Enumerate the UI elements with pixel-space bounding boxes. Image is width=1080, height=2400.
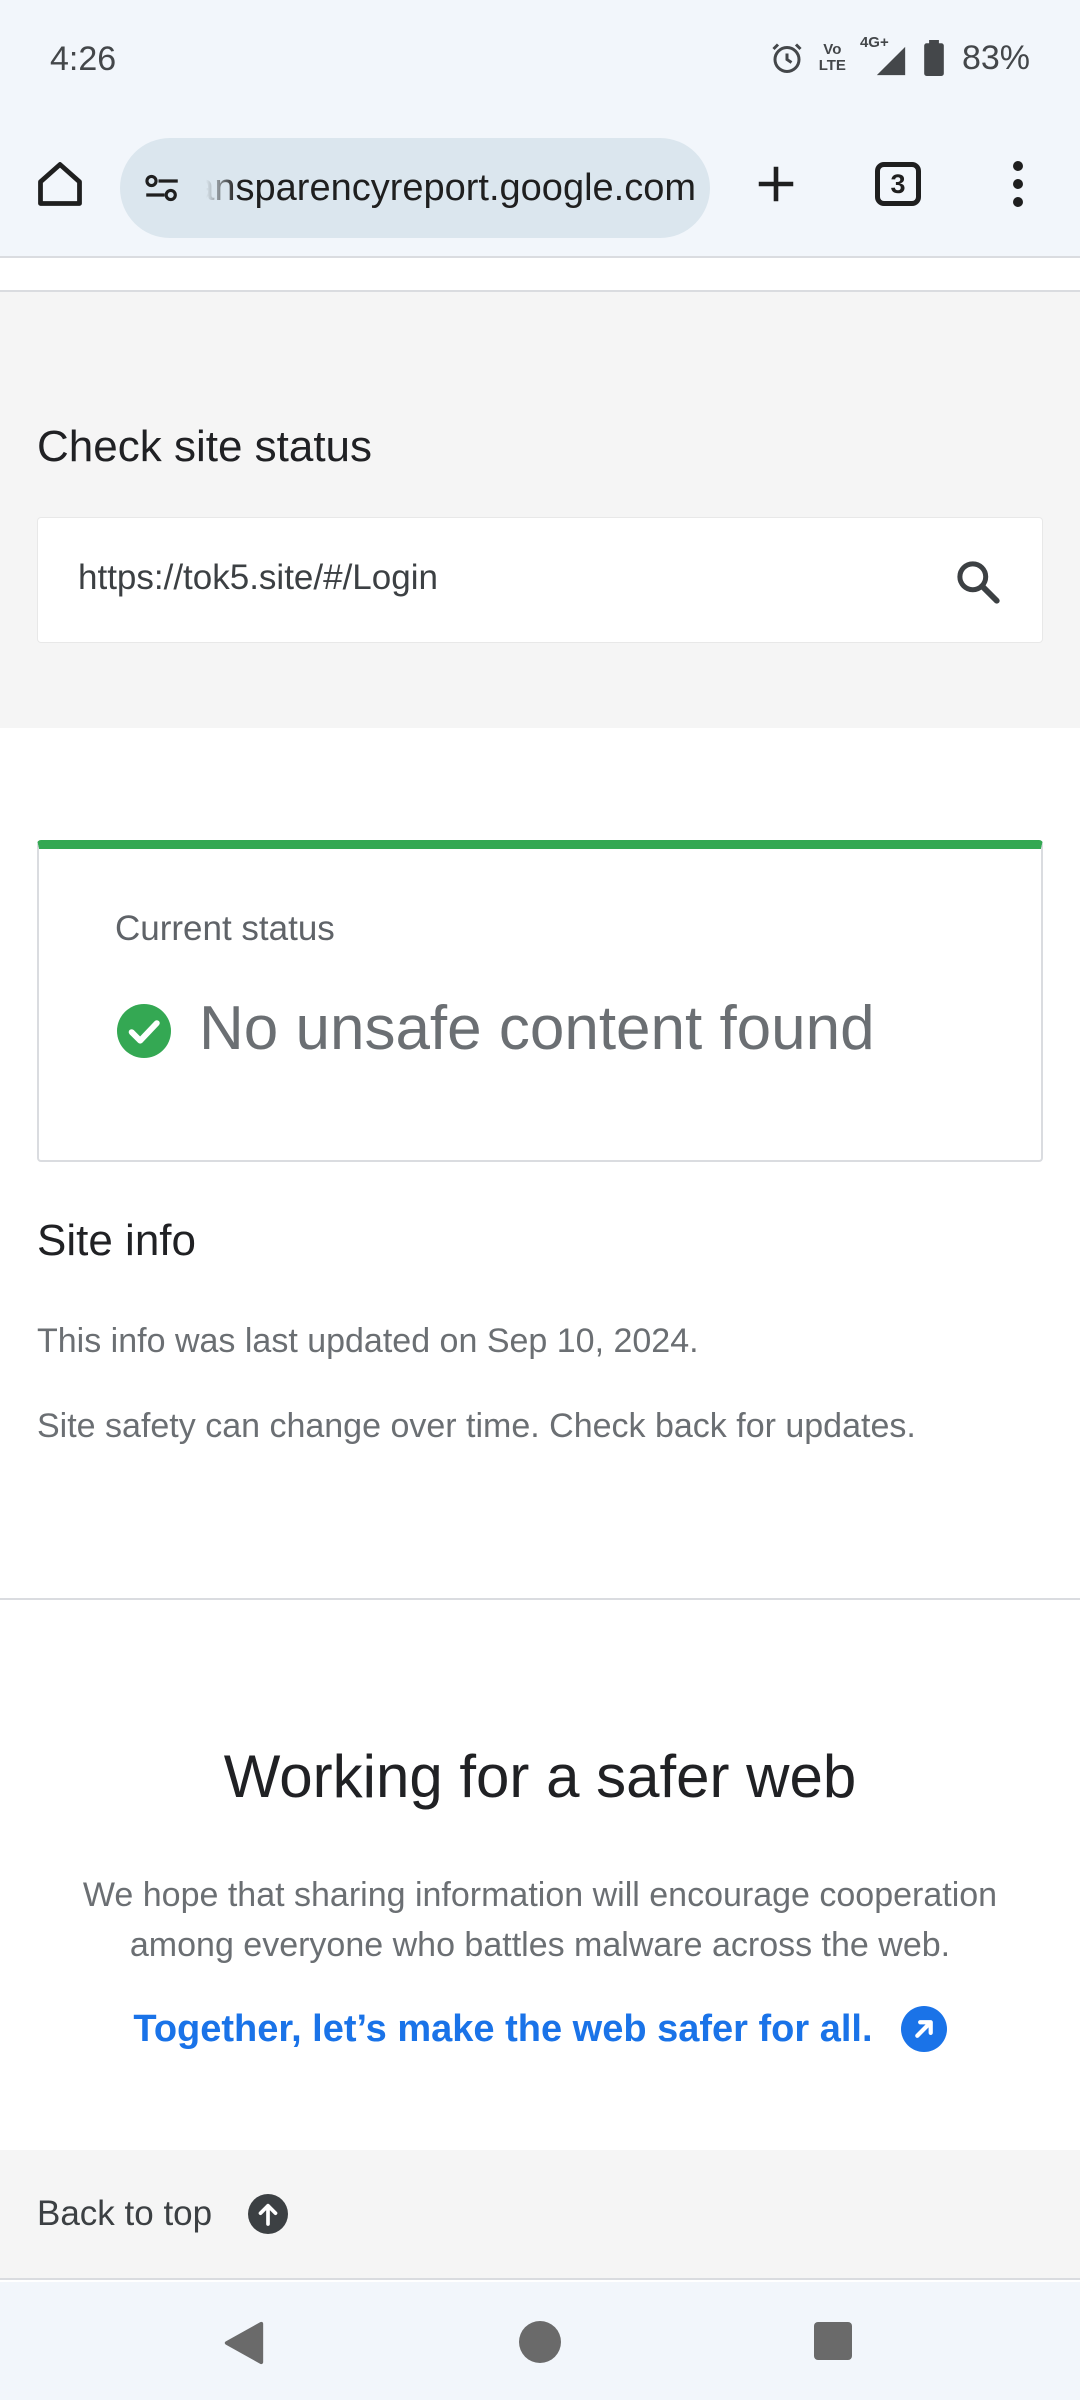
- search-icon: [957, 561, 1000, 604]
- more-menu-icon[interactable]: [986, 152, 1050, 216]
- volte-top-label: Vo: [823, 41, 842, 58]
- volte-icon: Vo LTE: [819, 42, 846, 74]
- section-divider: [0, 1598, 1080, 1600]
- battery-icon: [924, 40, 944, 76]
- plus-icon: [758, 166, 794, 202]
- site-info-note: Site safety can change over time. Check …: [37, 1407, 916, 1445]
- status-icons: Vo LTE 4G+ 83%: [769, 34, 1030, 78]
- check-site-title: Check site status: [37, 422, 373, 471]
- site-info-updated: This info was last updated on Sep 10, 20…: [37, 1322, 699, 1360]
- check-site-section: Check site status https://tok5.site/#/Lo…: [0, 290, 1080, 728]
- status-time: 4:26: [50, 40, 117, 78]
- status-result: No unsafe content found: [199, 994, 875, 1063]
- site-info-title: Site info: [37, 1216, 196, 1265]
- current-status-card: Current status No unsafe content found: [37, 840, 1043, 1162]
- site-search-input[interactable]: https://tok5.site/#/Login: [37, 517, 1043, 643]
- nav-home-icon[interactable]: [519, 2321, 561, 2363]
- safer-web-link-text[interactable]: Together, let’s make the web safer for a…: [133, 2008, 872, 2051]
- browser-toolbar: transparencyreport.google.com 3: [0, 124, 1080, 258]
- tab-switcher-button[interactable]: 3: [862, 152, 934, 216]
- volte-bottom-label: LTE: [818, 57, 846, 74]
- new-tab-button[interactable]: [740, 152, 812, 216]
- nav-back-icon[interactable]: [222, 2320, 266, 2366]
- arrow-up-icon[interactable]: [248, 2194, 288, 2234]
- status-label: Current status: [115, 909, 335, 948]
- address-url: transparencyreport.google.com: [206, 167, 696, 209]
- site-settings-icon[interactable]: [138, 164, 186, 212]
- nav-recents-icon[interactable]: [814, 2322, 852, 2360]
- check-circle-icon: [117, 1004, 171, 1058]
- safer-web-link[interactable]: Together, let’s make the web safer for a…: [0, 2006, 1080, 2052]
- battery-percent: 83%: [961, 38, 1030, 77]
- home-icon: [38, 162, 82, 206]
- back-to-top-label[interactable]: Back to top: [37, 2194, 212, 2234]
- back-to-top-bar[interactable]: Back to top: [0, 2150, 1080, 2280]
- signal-icon: 4G+: [860, 34, 910, 78]
- external-link-icon[interactable]: [900, 2006, 947, 2052]
- tab-count: 3: [875, 162, 921, 206]
- address-bar[interactable]: transparencyreport.google.com: [120, 138, 710, 238]
- search-input-value: https://tok5.site/#/Login: [78, 558, 438, 597]
- status-bar: 4:26 Vo LTE 4G+ 83%: [0, 0, 1080, 124]
- home-button[interactable]: [28, 152, 92, 216]
- system-nav-bar: [0, 2282, 1080, 2400]
- safer-web-title: Working for a safer web: [223, 1743, 857, 1810]
- search-button[interactable]: [950, 554, 1006, 610]
- alarm-icon: [772, 43, 802, 73]
- safer-web-description: We hope that sharing information will en…: [82, 1876, 998, 1964]
